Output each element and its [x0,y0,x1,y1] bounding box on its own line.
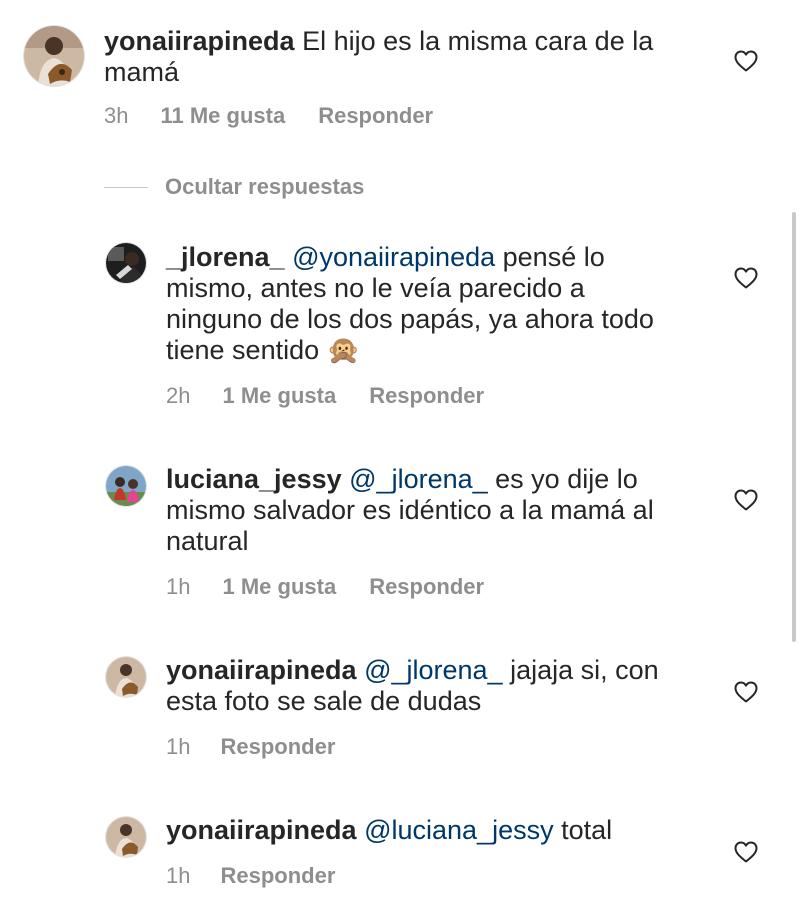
mention-link[interactable]: @luciana_jessy [364,815,554,845]
reply-button[interactable]: Responder [369,574,484,600]
avatar-image [106,466,146,506]
avatar[interactable] [106,243,146,283]
comment-time: 1h [166,734,191,759]
comment-meta: 2h 1 Me gusta Responder [166,383,484,409]
heart-outline-icon[interactable] [734,841,758,863]
comment-text: _jlorena_ @yonaiirapineda pensé lo mismo… [166,242,686,366]
username[interactable]: luciana_jessy [166,464,342,494]
heart-outline-icon[interactable] [734,267,758,289]
avatar[interactable] [106,657,146,697]
comment-text: luciana_jessy @_jlorena_ es yo dije lo m… [166,464,686,557]
comment-time: 1h [166,574,191,599]
comment-text: yonaiirapineda El hijo es la misma cara … [104,26,694,88]
comment-text: yonaiirapineda @_jlorena_ jajaja si, con… [166,655,686,717]
comment-meta: 3h 11 Me gusta Responder [104,103,433,129]
heart-outline-icon[interactable] [734,50,758,72]
reply-button[interactable]: Responder [369,383,484,409]
scrollbar[interactable] [792,212,796,642]
username[interactable]: _jlorena_ [166,242,285,272]
monkey-see-no-evil-emoji: 🙊 [326,335,361,365]
hide-replies-label[interactable]: Ocultar respuestas [165,174,364,200]
avatar-image [106,657,146,697]
hide-replies-button[interactable]: Ocultar respuestas [104,174,364,200]
likes-count[interactable]: 1 Me gusta [222,574,336,600]
comment-time: 1h [166,863,191,888]
mention-link[interactable]: @_jlorena_ [349,464,488,494]
likes-count[interactable]: 1 Me gusta [222,383,336,409]
reply-button[interactable]: Responder [220,863,335,889]
comment-time: 3h [104,103,129,128]
avatar[interactable] [24,26,84,86]
comment-meta: 1h Responder [166,734,335,760]
avatar[interactable] [106,466,146,506]
reply-button[interactable]: Responder [318,103,433,129]
likes-count[interactable]: 11 Me gusta [160,103,285,129]
comment-meta: 1h 1 Me gusta Responder [166,574,484,600]
comment-time: 2h [166,383,191,408]
heart-outline-icon[interactable] [734,681,758,703]
avatar-image [106,817,146,857]
mention-link[interactable]: @yonaiirapineda [292,242,495,272]
comment-body: total [561,815,613,845]
comment-text: yonaiirapineda @luciana_jessy total [166,815,686,846]
username[interactable]: yonaiirapineda [104,26,295,56]
avatar-image [24,26,84,86]
reply-button[interactable]: Responder [220,734,335,760]
avatar[interactable] [106,817,146,857]
mention-link[interactable]: @_jlorena_ [364,655,503,685]
username[interactable]: yonaiirapineda [166,815,357,845]
heart-outline-icon[interactable] [734,489,758,511]
username[interactable]: yonaiirapineda [166,655,357,685]
divider-line [104,186,148,188]
avatar-image [106,243,146,283]
comment-meta: 1h Responder [166,863,335,889]
